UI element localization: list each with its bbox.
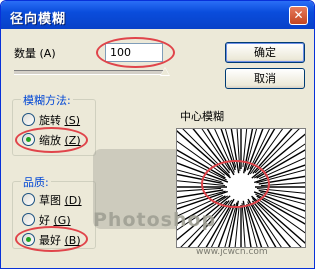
quality-legend: 品质: [21, 174, 51, 190]
amount-slider-track[interactable] [14, 70, 166, 75]
watermark-site: www.jcwcn.com [196, 247, 268, 257]
amount-highlight-ellipse [96, 37, 175, 68]
amount-label-text: 数量 [14, 47, 36, 60]
close-icon: ✕ [293, 8, 304, 22]
cancel-button[interactable]: 取消 [225, 68, 305, 89]
radial-blur-dialog: 径向模糊 ✕ 数量 (A) 确定 取消 模糊方法: 旋转 (S) 缩放 (Z) … [0, 0, 315, 269]
preview-title: 中心模糊 [180, 110, 224, 123]
watermark-text: Photoshop [93, 209, 217, 231]
title-bar[interactable]: 径向模糊 ✕ [1, 1, 314, 29]
center-highlight-ellipse [201, 160, 270, 208]
amount-hotkey: (A) [39, 47, 56, 60]
radio-spin-circle[interactable] [22, 113, 35, 126]
burst-line [247, 201, 279, 268]
close-button[interactable]: ✕ [289, 6, 308, 25]
amount-slider-thumb[interactable] [160, 67, 170, 76]
zoom-highlight-ellipse [15, 127, 88, 153]
window-title: 径向模糊 [10, 12, 67, 27]
ok-button[interactable]: 确定 [225, 42, 305, 63]
best-highlight-ellipse [15, 226, 88, 252]
radio-draft-label: 草图 (D) [39, 194, 82, 207]
radio-good-circle[interactable] [22, 213, 35, 226]
blur-method-legend: 模糊方法: [21, 92, 73, 108]
radio-draft-circle[interactable] [22, 193, 35, 206]
radio-spin-label: 旋转 (S) [39, 114, 81, 127]
amount-label: 数量 (A) [14, 45, 56, 61]
